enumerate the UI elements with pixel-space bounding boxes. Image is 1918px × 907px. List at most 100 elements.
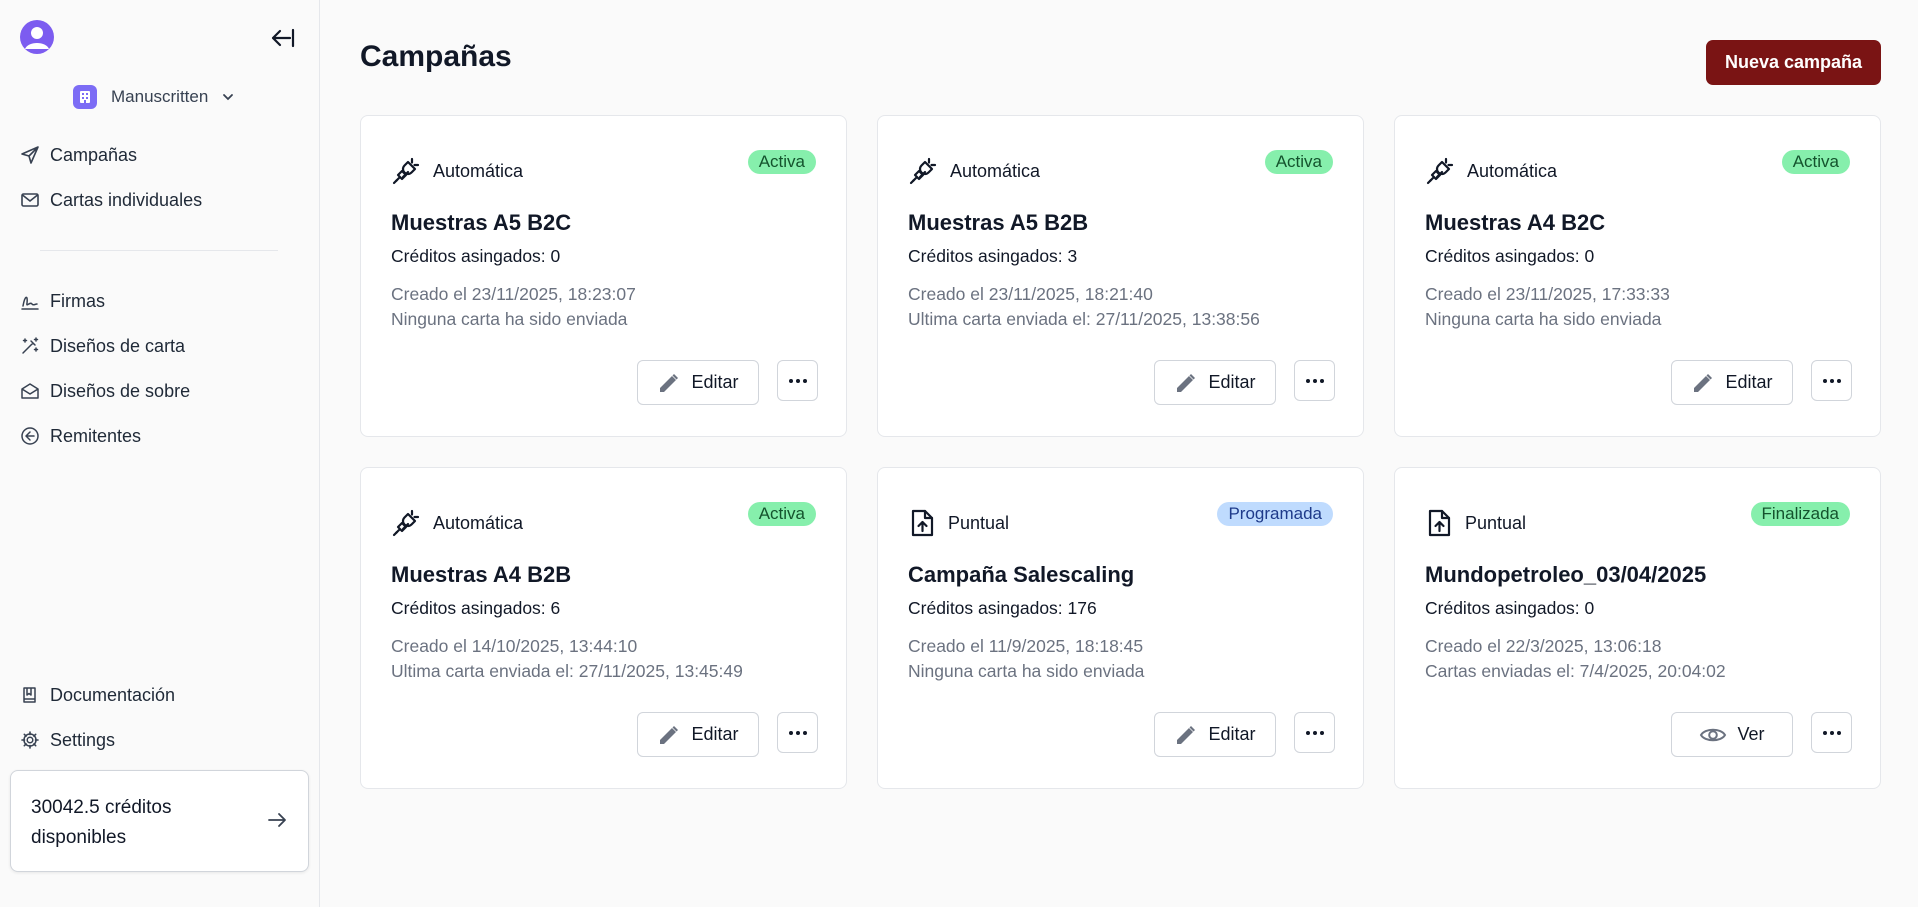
plug-disconnected-icon [392, 157, 420, 185]
nav-item-campanas[interactable]: Campañas [20, 142, 137, 168]
credits-available: 30042.5 créditos disponibles [31, 797, 172, 848]
nav-label: Documentación [50, 684, 176, 705]
campaign-title: Mundopetroleo_03/04/2025 [1425, 562, 1707, 587]
nav-item-firmas[interactable]: Firmas [20, 288, 105, 314]
pencil-icon [1177, 373, 1196, 392]
edit-button[interactable]: Editar [637, 712, 759, 757]
plug-disconnected-icon [909, 157, 937, 185]
plug-disconnected-icon [392, 509, 420, 537]
plug-disconnected-icon [1426, 157, 1454, 185]
send-icon [21, 146, 39, 164]
more-horizontal-icon [1304, 730, 1325, 735]
status-badge: Finalizada [1750, 502, 1850, 526]
sidebar: Manuscritten Campañas Cartas individuale… [0, 0, 320, 907]
campaign-title: Muestras A4 B2B [391, 562, 572, 587]
user-avatar[interactable] [20, 20, 54, 54]
nav-item-disenos-carta[interactable]: Diseños de carta [20, 333, 185, 359]
campaign-created: Creado el 11/9/2025, 18:18:45 [908, 636, 1144, 656]
campaign-type: Puntual [908, 508, 1009, 538]
nav-item-settings[interactable]: Settings [20, 727, 115, 753]
status-badge: Activa [1781, 150, 1850, 174]
nav-label: Settings [50, 729, 116, 750]
arrow-left-circle-icon [21, 427, 39, 445]
campaign-created: Creado el 22/3/2025, 13:06:18 [1425, 636, 1662, 656]
building-icon [73, 85, 97, 109]
campaign-credits: Créditos asingados: 0 [1425, 598, 1595, 618]
collapse-left-icon [271, 28, 295, 48]
pencil-icon [660, 373, 679, 392]
campaign-meta: Creado el 22/3/2025, 13:06:18 Cartas env… [1425, 634, 1726, 684]
campaign-type: Automática [1425, 156, 1557, 186]
pencil-icon [660, 725, 679, 744]
action-label: Editar [1208, 724, 1256, 744]
edit-button[interactable]: Editar [1154, 712, 1276, 757]
nav-label: Remitentes [50, 425, 142, 446]
campaign-credits: Créditos asingados: 6 [391, 598, 561, 618]
campaign-card[interactable]: Automática Activa Muestras A5 B2B Crédit… [877, 115, 1364, 437]
campaign-type: Puntual [1425, 508, 1526, 538]
pencil-icon [1177, 725, 1196, 744]
action-label: Editar [691, 372, 739, 392]
edit-button[interactable]: Editar [1671, 360, 1793, 405]
status-badge: Activa [747, 502, 816, 526]
more-horizontal-icon [1821, 378, 1842, 383]
campaign-credits: Créditos asingados: 0 [1425, 246, 1595, 266]
campaign-card[interactable]: Automática Activa Muestras A5 B2C Crédit… [360, 115, 847, 437]
more-options-button[interactable] [777, 712, 818, 753]
more-options-button[interactable] [1811, 712, 1852, 753]
mail-icon [21, 193, 39, 207]
nav-item-disenos-sobre[interactable]: Diseños de sobre [20, 378, 190, 404]
view-button[interactable]: Ver [1671, 712, 1793, 757]
more-options-button[interactable] [777, 360, 818, 401]
campaign-type: Automática [391, 156, 523, 186]
campaign-type: Automática [908, 156, 1040, 186]
pencil-icon [1694, 373, 1713, 392]
more-options-button[interactable] [1294, 712, 1335, 753]
campaign-type-label: Automática [950, 160, 1041, 181]
book-icon [23, 687, 36, 703]
campaign-created: Creado el 23/11/2025, 18:21:40 [908, 284, 1153, 304]
campaign-card[interactable]: Automática Activa Muestras A4 B2B Crédit… [360, 467, 847, 789]
collapse-sidebar-button[interactable] [266, 24, 298, 52]
action-label: Ver [1737, 724, 1765, 744]
campaign-card[interactable]: Automática Activa Muestras A4 B2C Crédit… [1394, 115, 1881, 437]
campaign-created: Creado el 23/11/2025, 17:33:33 [1425, 284, 1670, 304]
campaign-type-label: Automática [1467, 160, 1558, 181]
campaign-credits: Créditos asingados: 3 [908, 246, 1078, 266]
envelope-open-icon [21, 383, 39, 399]
edit-button[interactable]: Editar [637, 360, 759, 405]
campaign-created: Creado el 23/11/2025, 18:23:07 [391, 284, 636, 304]
page-title: Campañas [360, 40, 512, 73]
more-horizontal-icon [787, 730, 808, 735]
more-options-button[interactable] [1811, 360, 1852, 401]
more-horizontal-icon [787, 378, 808, 383]
signature-icon [21, 296, 39, 310]
new-campaign-button[interactable]: Nueva campaña [1706, 40, 1881, 85]
nav-label: Diseños de carta [50, 335, 186, 356]
credits-card[interactable]: 30042.5 créditos disponibles [10, 770, 309, 872]
campaign-card[interactable]: Puntual Programada Campaña Salescaling C… [877, 467, 1364, 789]
organization-switcher[interactable]: Manuscritten [73, 85, 234, 109]
campaign-meta: Creado el 23/11/2025, 18:23:07 Ninguna c… [391, 282, 636, 332]
campaign-sent: Ninguna carta ha sido enviada [908, 661, 1145, 681]
campaign-sent: Ultima carta enviada el: 27/11/2025, 13:… [391, 661, 743, 681]
arrow-right-icon [268, 813, 286, 827]
nav-item-documentacion[interactable]: Documentación [20, 682, 175, 708]
campaign-meta: Creado el 14/10/2025, 13:44:10 Ultima ca… [391, 634, 743, 684]
action-label: Editar [1725, 372, 1773, 392]
action-label: Editar [1208, 372, 1256, 392]
edit-button[interactable]: Editar [1154, 360, 1276, 405]
user-icon [25, 27, 49, 49]
nav-label: Cartas individuales [50, 189, 203, 210]
gear-icon [21, 731, 39, 749]
campaign-created: Creado el 14/10/2025, 13:44:10 [391, 636, 638, 656]
nav-item-cartas-individuales[interactable]: Cartas individuales [20, 187, 202, 213]
status-badge: Activa [747, 150, 816, 174]
campaign-type-label: Automática [433, 160, 524, 181]
campaign-title: Muestras A4 B2C [1425, 210, 1606, 235]
nav-item-remitentes[interactable]: Remitentes [20, 423, 141, 449]
campaign-credits: Créditos asingados: 176 [908, 598, 1097, 618]
campaign-type-label: Puntual [948, 512, 1010, 533]
more-options-button[interactable] [1294, 360, 1335, 401]
campaign-card[interactable]: Puntual Finalizada Mundopetroleo_03/04/2… [1394, 467, 1881, 789]
